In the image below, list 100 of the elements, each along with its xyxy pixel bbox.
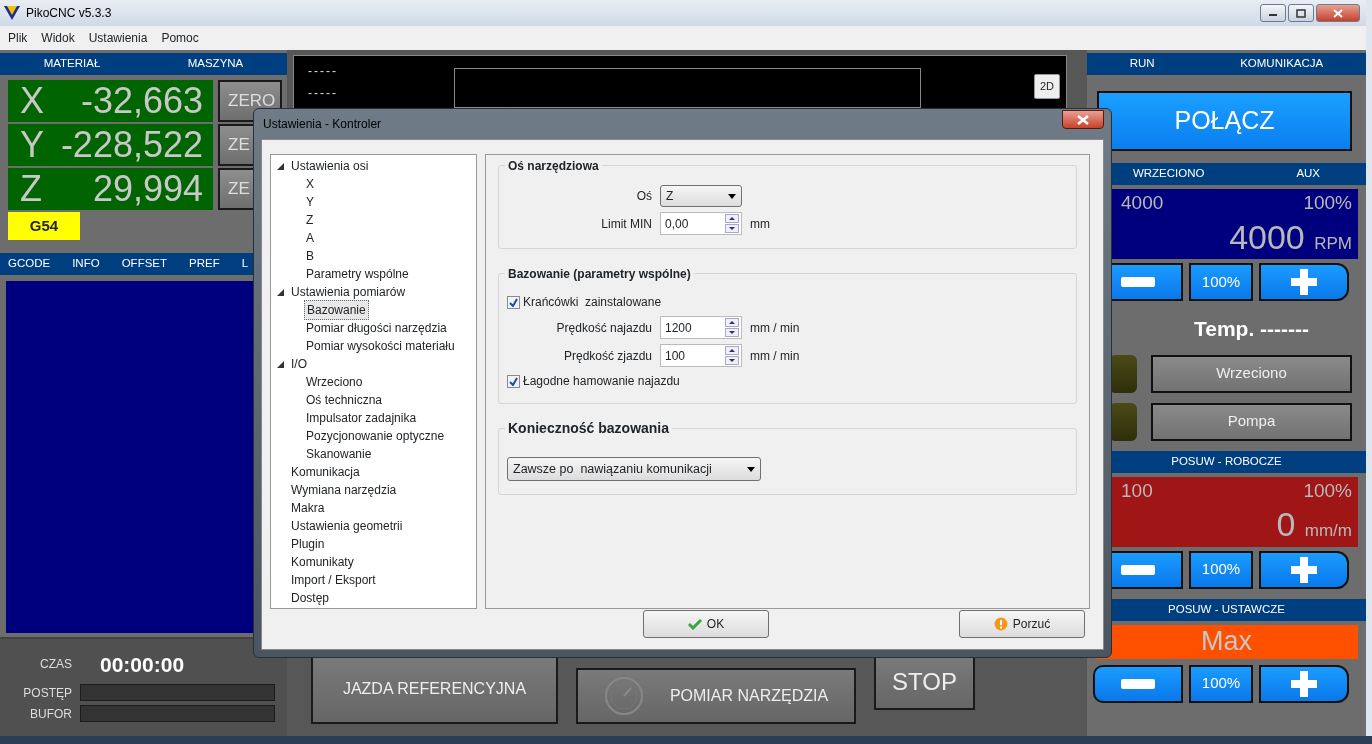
- tree-item[interactable]: I/O: [289, 355, 309, 373]
- maximize-button[interactable]: [1288, 4, 1314, 22]
- command-button[interactable]: POMIAR NARZĘDZIA: [576, 668, 856, 724]
- tab[interactable]: OFFSET: [121, 255, 168, 273]
- menu-item[interactable]: Widok: [41, 29, 75, 47]
- window-title: PikoCNC v5.3.3: [26, 5, 112, 22]
- view-mode-button[interactable]: 2D: [1033, 74, 1060, 99]
- plus-icon: [1291, 556, 1317, 583]
- tree-item[interactable]: Y: [304, 193, 316, 211]
- checkbox[interactable]: [507, 295, 520, 309]
- reset-button[interactable]: 100%: [1189, 263, 1253, 301]
- tree-item[interactable]: Komunikaty: [289, 553, 356, 571]
- tree-item[interactable]: X: [304, 175, 316, 193]
- tree-item[interactable]: Wymiana narzędzia: [289, 481, 399, 499]
- field-label: Prędkość najazdu: [555, 319, 652, 337]
- app-logo-icon: [4, 6, 20, 20]
- increase-button[interactable]: [1259, 550, 1349, 589]
- output-button[interactable]: Wrzeciono: [1151, 354, 1352, 393]
- menu-item[interactable]: Plik: [8, 29, 28, 47]
- header-label: MATERIAŁ: [43, 56, 101, 72]
- expander-icon[interactable]: [277, 162, 284, 170]
- dropdown[interactable]: Z: [660, 185, 742, 207]
- tree-item[interactable]: Z: [304, 211, 316, 229]
- tree-item[interactable]: Impulsator zadajnika: [304, 409, 419, 427]
- tree-item[interactable]: Oś techniczna: [304, 391, 385, 409]
- time-label: CZAS: [39, 656, 73, 673]
- spin-arrows-icon: [725, 346, 739, 365]
- tree-item[interactable]: Plugin: [289, 535, 327, 553]
- tab[interactable]: GCODE: [8, 255, 51, 273]
- current-value: 4000 RPM: [1228, 219, 1352, 254]
- tree-item[interactable]: Makra: [289, 499, 327, 517]
- number-field[interactable]: 100: [660, 344, 742, 367]
- override-value: 100%: [1303, 191, 1352, 215]
- axis-value: -32,663: [80, 79, 203, 123]
- dropdown[interactable]: Zawsze po nawiązaniu komunikacji: [507, 457, 761, 481]
- tree-item[interactable]: Import / Eksport: [289, 571, 378, 589]
- dialog-button[interactable]: OK: [643, 610, 769, 638]
- tree-item[interactable]: A: [304, 229, 316, 247]
- decrease-button[interactable]: [1093, 664, 1183, 703]
- warning-icon: [993, 617, 1008, 631]
- checkbox-label: Łagodne hamowanie najazdu: [523, 373, 680, 390]
- spin-arrows-icon: [725, 318, 739, 337]
- number-field[interactable]: 0,00: [660, 212, 742, 235]
- header-label: WRZECIONO: [1132, 166, 1205, 182]
- bar-label: BUFOR: [29, 705, 73, 723]
- close-icon: [1333, 8, 1343, 18]
- tree-item[interactable]: Bazowanie: [304, 300, 369, 320]
- caret-icon: [728, 193, 736, 199]
- number-field[interactable]: 1200: [660, 316, 742, 339]
- tree-item[interactable]: Dostęp: [289, 589, 332, 607]
- spin-arrows-icon: [725, 214, 739, 233]
- tree-item[interactable]: Parametry wspólne: [304, 265, 411, 283]
- increase-button[interactable]: [1259, 664, 1349, 703]
- plus-icon: [1291, 670, 1317, 697]
- set-value: 100: [1121, 478, 1153, 503]
- tab[interactable]: L: [241, 255, 249, 273]
- set-value: 4000: [1121, 191, 1164, 215]
- header-label: AUX: [1296, 166, 1321, 182]
- caret-icon: [747, 466, 755, 472]
- tree-item[interactable]: Pomiar wysokości materiału: [304, 337, 457, 355]
- tree-item[interactable]: Wrzeciono: [304, 373, 365, 391]
- checkbox[interactable]: [507, 374, 520, 388]
- expander-icon[interactable]: [277, 360, 284, 368]
- tree-item[interactable]: Pomiar długości narzędzia: [304, 319, 449, 337]
- menu-item[interactable]: Ustawienia: [88, 29, 148, 47]
- tab[interactable]: PREF: [189, 255, 220, 273]
- unit-label: mm: [750, 215, 770, 233]
- axis-value: -228,522: [60, 123, 203, 167]
- output-button[interactable]: Pompa: [1151, 402, 1352, 441]
- reset-button[interactable]: 100%: [1189, 664, 1253, 703]
- tree-item[interactable]: Komunikacja: [289, 463, 362, 481]
- tree-item[interactable]: Ustawienia osi: [289, 157, 371, 175]
- expander-icon[interactable]: [277, 288, 284, 296]
- header-label: RUN: [1129, 56, 1155, 72]
- tree-item[interactable]: Skanowanie: [304, 445, 374, 463]
- axis-letter: Z: [20, 167, 42, 211]
- increase-button[interactable]: [1259, 263, 1349, 301]
- close-button[interactable]: [1062, 110, 1104, 129]
- gauge-icon: [603, 676, 644, 716]
- plus-icon: [1291, 269, 1317, 295]
- work-offset-label: G54: [8, 212, 80, 240]
- tree-item[interactable]: Ustawienia geometrii: [289, 517, 405, 535]
- menu-item[interactable]: Pomoc: [161, 29, 199, 47]
- axis-value: 29,994: [92, 167, 203, 211]
- close-icon: [1077, 114, 1089, 125]
- jog-speed-display: Max: [1095, 624, 1358, 659]
- minus-icon: [1121, 277, 1155, 287]
- check-icon: [509, 297, 518, 307]
- tree-item[interactable]: B: [304, 247, 316, 265]
- check-icon: [687, 618, 702, 630]
- viewport-text: -----: [308, 85, 338, 102]
- tree-item[interactable]: Ustawienia pomiarów: [289, 283, 408, 301]
- header-label: KOMUNIKACJA: [1240, 56, 1324, 72]
- dialog-button[interactable]: Porzuć: [959, 610, 1085, 638]
- tab[interactable]: INFO: [72, 255, 100, 273]
- field-label: Limit MIN: [600, 215, 652, 233]
- viewport-text: -----: [308, 63, 338, 80]
- minimize-button[interactable]: [1260, 4, 1286, 22]
- tree-item[interactable]: Pozycjonowanie optyczne: [304, 427, 447, 445]
- bar-label: POSTĘP: [22, 684, 73, 702]
